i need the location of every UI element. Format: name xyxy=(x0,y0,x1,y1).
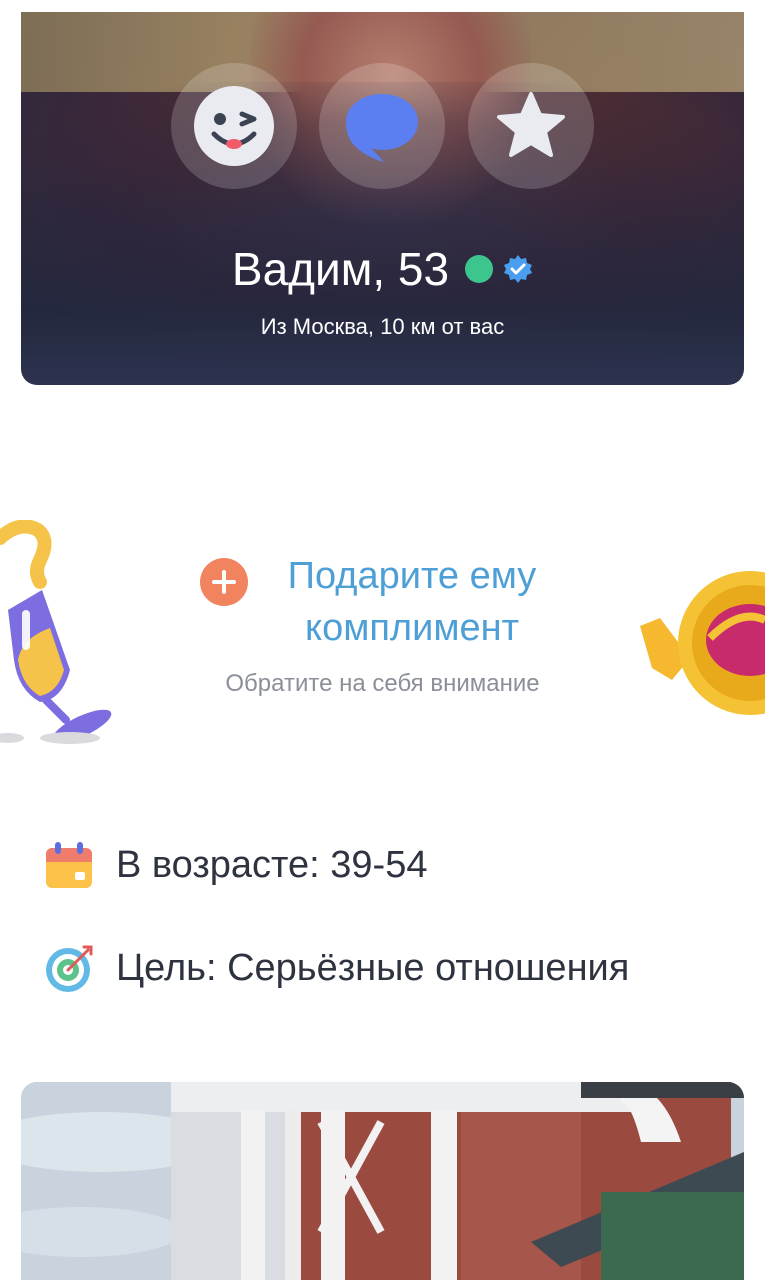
add-compliment-icon[interactable] xyxy=(200,558,248,606)
verified-badge-icon xyxy=(504,255,533,283)
compliment-title[interactable]: Подарите ему комплимент xyxy=(262,550,562,654)
star-icon xyxy=(497,92,565,157)
compliment-block: Подарите ему комплимент Обратите на себя… xyxy=(0,520,765,760)
message-button[interactable] xyxy=(319,63,445,189)
age-range-text: В возрасте: 39-54 xyxy=(116,843,428,886)
house-photo xyxy=(21,1082,744,1280)
compliment-title-row[interactable]: Подарите ему комплимент xyxy=(200,550,580,654)
profile-photo-card[interactable]: Вадим, 53 Из Москва, 10 км от вас xyxy=(21,12,744,385)
profile-location: Из Москва, 10 км от вас xyxy=(260,314,505,339)
profile-name-age: Вадим, 53 xyxy=(231,243,450,295)
profile-name-row: Вадим, 53 xyxy=(21,242,744,296)
favorite-button[interactable] xyxy=(468,63,594,189)
goal-row: Цель: Серьёзные отношения xyxy=(44,943,629,993)
wink-emoji-icon xyxy=(194,86,274,166)
calendar-icon xyxy=(46,842,92,888)
online-status-dot xyxy=(465,255,494,283)
profile-photo-2[interactable] xyxy=(21,1082,744,1280)
age-range-row: В возрасте: 39-54 xyxy=(44,840,427,890)
target-icon xyxy=(46,945,93,992)
wink-button[interactable] xyxy=(171,63,297,189)
candy-icon xyxy=(640,571,765,715)
message-bubble-icon xyxy=(346,94,418,162)
champagne-glass-icon xyxy=(0,520,112,744)
goal-text: Цель: Серьёзные отношения xyxy=(116,946,630,989)
